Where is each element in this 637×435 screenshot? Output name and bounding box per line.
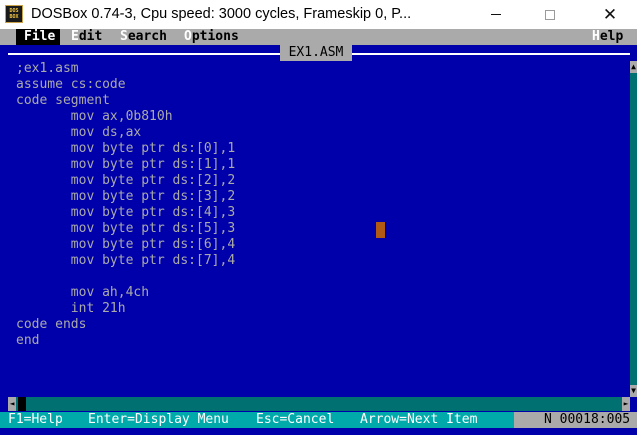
window-title: DOSBox 0.74-3, Cpu speed: 3000 cycles, F… — [31, 6, 412, 22]
status-esc: Esc=Cancel — [256, 412, 335, 427]
menu-edit[interactable]: Edit — [71, 29, 102, 45]
maximize-button[interactable] — [527, 0, 573, 29]
menu-options-label: ptions — [191, 29, 239, 44]
file-name-tab: EX1.ASM — [280, 45, 352, 61]
cursor-position: N 00018:005 — [514, 412, 637, 428]
code-line: ;ex1.asm — [16, 61, 79, 76]
menu-edit-hotkey: E — [71, 29, 79, 44]
screen-bottom-edge — [0, 428, 637, 435]
window-title-bar[interactable]: DOS BOX DOSBox 0.74-3, Cpu speed: 3000 c… — [0, 0, 637, 29]
app-icon-text-bottom: BOX — [9, 14, 19, 20]
code-line: mov byte ptr ds:[2],2 — [16, 173, 236, 188]
code-editor[interactable]: ;ex1.asm assume cs:code code segment mov… — [8, 61, 630, 397]
text-cursor — [376, 222, 385, 238]
menu-file-label: ile — [31, 29, 56, 44]
menu-options-hotkey: O — [184, 29, 192, 44]
scroll-down-icon[interactable]: ▼ — [630, 385, 637, 397]
menu-options[interactable]: Options — [184, 29, 239, 45]
code-line: mov byte ptr ds:[6],4 — [16, 237, 236, 252]
menu-help[interactable]: Help — [592, 29, 623, 45]
code-line: mov byte ptr ds:[5],3 — [16, 221, 236, 236]
scroll-thumb[interactable] — [18, 397, 26, 411]
vertical-scrollbar[interactable]: ▲ ▼ — [630, 61, 637, 397]
code-line: mov byte ptr ds:[1],1 — [16, 157, 236, 172]
menu-help-label: elp — [599, 29, 624, 44]
menu-file[interactable]: File — [16, 29, 60, 45]
code-line: mov byte ptr ds:[0],1 — [16, 141, 236, 156]
code-line: code ends — [16, 317, 87, 332]
status-enter: Enter=Display Menu — [88, 412, 229, 427]
code-line: mov ax,0b810h — [16, 109, 173, 124]
status-bar: F1=Help Enter=Display Menu Esc=Cancel Ar… — [0, 412, 637, 428]
horizontal-scrollbar[interactable]: ◄ ► — [8, 397, 630, 411]
code-line: mov byte ptr ds:[4],3 — [16, 205, 236, 220]
dosbox-app-icon: DOS BOX — [5, 5, 23, 23]
dos-screen: File Edit Search Options Help EX1.ASM ;e… — [0, 29, 637, 435]
code-line: end — [16, 333, 40, 348]
status-help: F1=Help — [8, 412, 63, 427]
minimize-icon — [491, 14, 501, 15]
code-line: mov byte ptr ds:[3],2 — [16, 189, 236, 204]
menu-search-label: earch — [127, 29, 167, 44]
status-arrow: Arrow=Next Item — [360, 412, 478, 427]
menu-edit-label: dit — [78, 29, 103, 44]
menu-search-hotkey: S — [120, 29, 128, 44]
code-line: code segment — [16, 93, 110, 108]
menu-bar: File Edit Search Options Help — [0, 29, 637, 45]
close-icon: ✕ — [602, 4, 618, 25]
code-line: int 21h — [16, 301, 126, 316]
scroll-left-icon[interactable]: ◄ — [8, 397, 16, 411]
menu-search[interactable]: Search — [120, 29, 167, 45]
code-line: mov ah,4ch — [16, 285, 150, 300]
scroll-right-icon[interactable]: ► — [622, 397, 630, 411]
minimize-button[interactable] — [473, 0, 519, 29]
close-button[interactable]: ✕ — [587, 0, 633, 29]
code-line: mov byte ptr ds:[7],4 — [16, 253, 236, 268]
code-line: mov ds,ax — [16, 125, 142, 140]
maximize-icon — [545, 9, 555, 20]
scroll-up-icon[interactable]: ▲ — [630, 61, 637, 73]
code-line: assume cs:code — [16, 77, 126, 92]
menu-help-hotkey: H — [592, 29, 600, 44]
menu-file-hotkey: F — [24, 29, 32, 44]
